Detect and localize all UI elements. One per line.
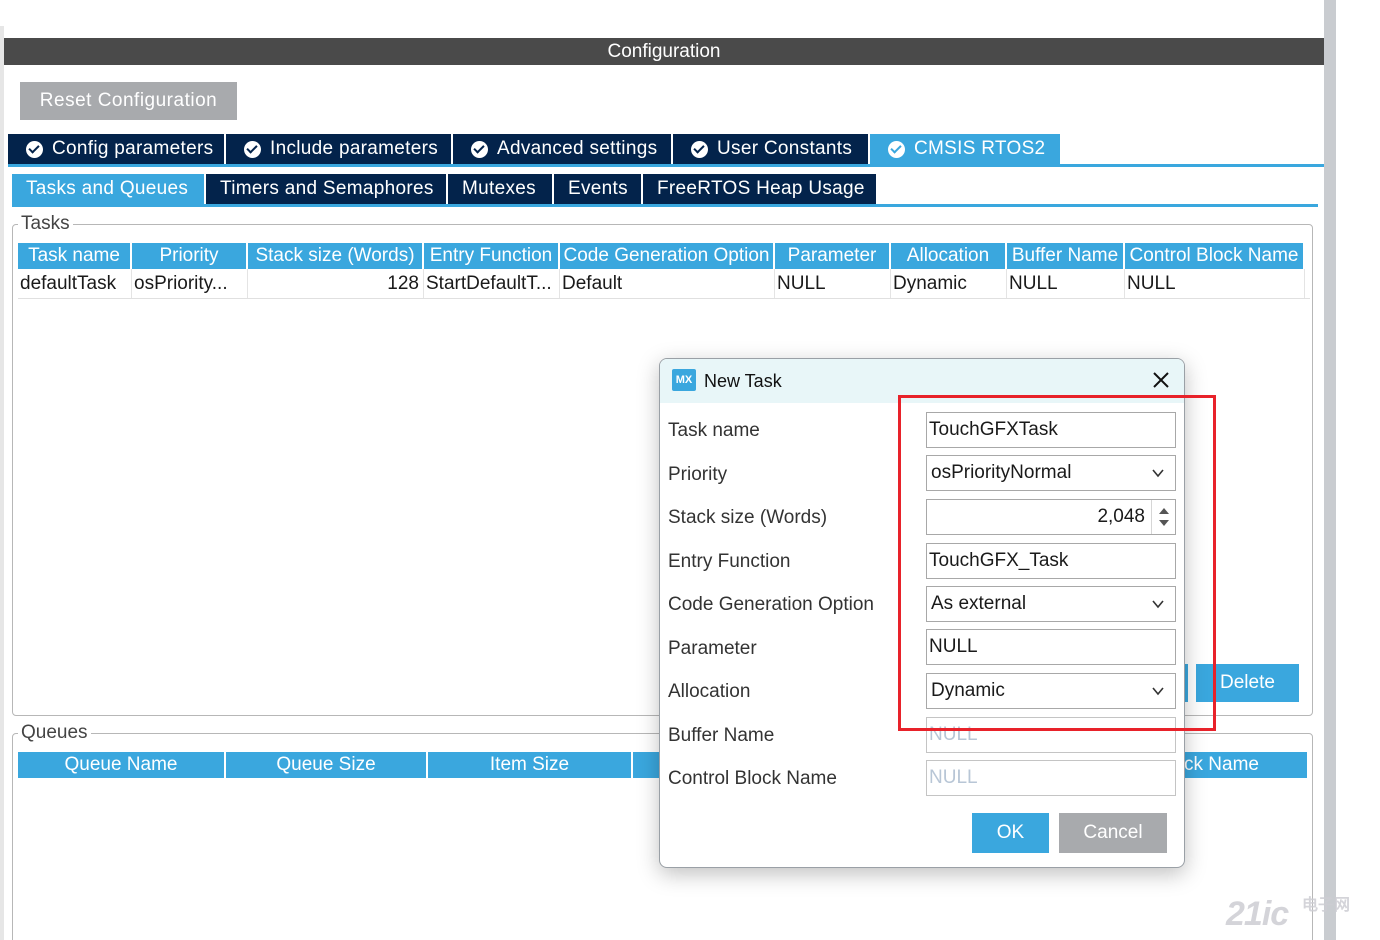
control-block-name-label: Control Block Name xyxy=(668,768,837,789)
check-icon xyxy=(244,140,261,158)
cancel-button[interactable]: Cancel xyxy=(1059,813,1167,853)
subtab-events[interactable]: Events xyxy=(554,174,641,204)
rtos-subtabs: Tasks and Queues Timers and Semaphores M… xyxy=(12,174,878,204)
window-left-frame xyxy=(0,26,4,940)
column-header[interactable]: Allocation xyxy=(891,243,1005,269)
table-cell: NULL xyxy=(1125,269,1305,298)
table-cell: osPriority... xyxy=(132,269,248,298)
column-header[interactable]: Code Generation Option xyxy=(560,243,773,269)
subtabs-divider xyxy=(12,204,1318,207)
column-header[interactable]: Priority xyxy=(132,243,246,269)
column-header[interactable]: Stack size (Words) xyxy=(248,243,422,269)
tab-cmsis-rtos2[interactable]: CMSIS RTOS2 xyxy=(870,134,1060,164)
column-header[interactable]: Control Block Name xyxy=(1125,243,1303,269)
column-header[interactable]: Parameter xyxy=(775,243,889,269)
table-cell: 128 xyxy=(248,269,424,298)
config-tabs: Config parameters Include parameters Adv… xyxy=(8,134,1062,164)
entry-function-label: Entry Function xyxy=(668,551,791,572)
column-header[interactable]: Task name xyxy=(18,243,130,269)
table-cell: Dynamic xyxy=(891,269,1007,298)
parameter-label: Parameter xyxy=(668,638,757,659)
watermark-logo: 21ic xyxy=(1226,895,1289,933)
check-icon xyxy=(471,140,488,158)
column-header[interactable]: Queue Name xyxy=(18,752,224,778)
subtab-freertos-heap-usage[interactable]: FreeRTOS Heap Usage xyxy=(643,174,876,204)
table-row[interactable]: defaultTask osPriority... 128 StartDefau… xyxy=(18,269,1310,299)
tabs-divider xyxy=(8,164,1324,167)
check-icon xyxy=(691,140,708,158)
window-top-strip xyxy=(0,0,1328,26)
table-cell: StartDefaultT... xyxy=(424,269,560,298)
tasks-group-label: Tasks xyxy=(18,214,73,234)
column-header[interactable]: Entry Function xyxy=(424,243,558,269)
tab-config-parameters[interactable]: Config parameters xyxy=(8,134,224,164)
watermark-subtext: 电子网 xyxy=(1302,897,1351,914)
queues-table-header: Queue Name Queue Size Item Size xyxy=(18,752,675,778)
ok-button[interactable]: OK xyxy=(972,813,1049,853)
priority-label: Priority xyxy=(668,464,728,485)
tab-user-constants[interactable]: User Constants xyxy=(673,134,868,164)
subtab-mutexes[interactable]: Mutexes xyxy=(448,174,552,204)
close-icon[interactable] xyxy=(1148,367,1174,393)
tasks-table: Task name Priority Stack size (Words) En… xyxy=(18,243,1310,299)
subtab-tasks-and-queues[interactable]: Tasks and Queues xyxy=(12,174,204,204)
check-icon xyxy=(888,140,905,158)
column-header[interactable]: Buffer Name xyxy=(1007,243,1123,269)
allocation-label: Allocation xyxy=(668,681,751,702)
table-cell: defaultTask xyxy=(18,269,132,298)
window-scrollbar[interactable] xyxy=(1324,0,1336,940)
reset-configuration-button[interactable]: Reset Configuration xyxy=(20,82,237,120)
code-generation-option-label: Code Generation Option xyxy=(668,594,874,615)
stack-size-label: Stack size (Words) xyxy=(668,507,828,528)
column-header[interactable]: Queue Size xyxy=(226,752,426,778)
buffer-name-label: Buffer Name xyxy=(668,725,775,746)
table-cell: Default xyxy=(560,269,775,298)
queues-group-label: Queues xyxy=(18,723,91,743)
tab-include-parameters[interactable]: Include parameters xyxy=(226,134,451,164)
configuration-title: Configuration xyxy=(4,38,1324,65)
tasks-table-header: Task name Priority Stack size (Words) En… xyxy=(18,243,1310,269)
control-block-name-input: NULL xyxy=(926,760,1176,796)
column-header[interactable]: ck Name xyxy=(1184,752,1307,778)
highlight-annotation xyxy=(898,395,1216,731)
table-cell: NULL xyxy=(1007,269,1125,298)
stm32cubemx-logo-icon: MX xyxy=(672,369,696,391)
tab-advanced-settings[interactable]: Advanced settings xyxy=(453,134,671,164)
task-name-label: Task name xyxy=(668,420,760,441)
check-icon xyxy=(26,140,43,158)
dialog-title: New Task xyxy=(704,371,782,391)
table-cell: NULL xyxy=(775,269,891,298)
subtab-timers-and-semaphores[interactable]: Timers and Semaphores xyxy=(206,174,446,204)
column-header[interactable]: Item Size xyxy=(428,752,631,778)
